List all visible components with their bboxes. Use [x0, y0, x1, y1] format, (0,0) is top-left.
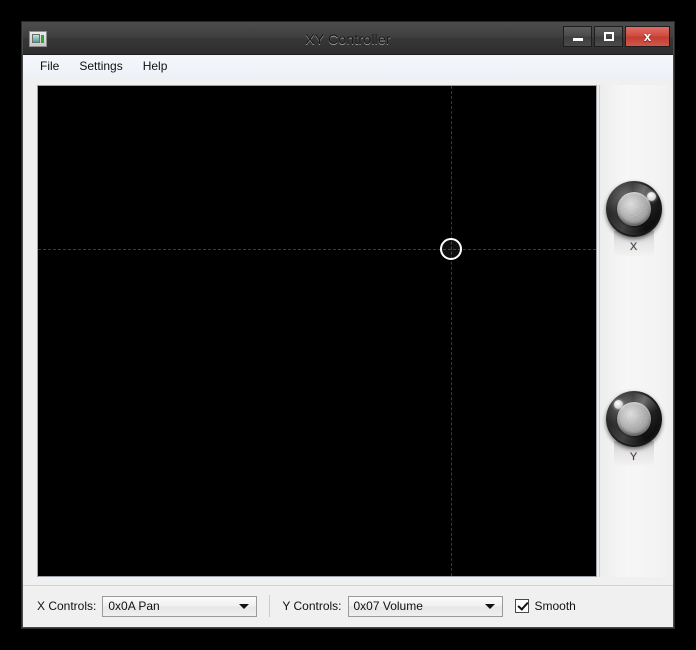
x-controls-label: X Controls:: [37, 599, 97, 613]
close-button[interactable]: x: [625, 26, 670, 47]
knob-panel: X Y: [599, 85, 667, 577]
app-icon: [29, 30, 47, 47]
close-icon: x: [643, 29, 652, 44]
knob-unit-x: X: [603, 181, 665, 256]
menu-bar: File Settings Help: [23, 55, 673, 78]
maximize-icon: [603, 32, 614, 41]
knob-y[interactable]: [605, 391, 662, 447]
crosshair-horizontal-line: [38, 249, 596, 250]
bottom-control-bar: X Controls: 0x0A Pan Y Controls: 0x07 Vo…: [23, 585, 673, 626]
client-area: X Y X Controls: 0x0A Pan Y Controls: 0x0…: [23, 77, 673, 627]
smooth-checkbox-group[interactable]: Smooth: [514, 599, 576, 613]
menu-item-file[interactable]: File: [31, 57, 68, 75]
menu-item-settings[interactable]: Settings: [70, 57, 131, 75]
x-controls-select[interactable]: 0x0A Pan: [102, 595, 258, 617]
knob-unit-y: Y: [603, 391, 665, 466]
y-controls-value: 0x07 Volume: [353, 599, 423, 613]
xy-pad-container: [37, 85, 597, 577]
smooth-checkbox[interactable]: [514, 599, 529, 613]
xy-pad[interactable]: [38, 86, 596, 576]
knob-x[interactable]: [605, 181, 662, 237]
title-bar[interactable]: XY Controller x: [23, 23, 673, 55]
application-window: XY Controller x File Settings Help X Y X…: [22, 22, 674, 628]
menu-item-help[interactable]: Help: [134, 57, 177, 75]
knob-y-label: Y: [629, 451, 638, 463]
knob-y-pointer-icon: [613, 400, 623, 409]
y-controls-label: Y Controls:: [282, 599, 342, 613]
chevron-down-icon: [239, 604, 250, 609]
smooth-label: Smooth: [534, 599, 576, 613]
y-controls-select[interactable]: 0x07 Volume: [347, 595, 503, 617]
window-controls: x: [563, 26, 670, 47]
control-divider: [269, 595, 271, 617]
maximize-button[interactable]: [594, 26, 623, 47]
minimize-icon: [572, 38, 583, 41]
minimize-button[interactable]: [563, 26, 592, 47]
crosshair-vertical-line: [451, 86, 452, 576]
x-controls-value: 0x0A Pan: [108, 599, 160, 613]
chevron-down-icon: [484, 604, 495, 609]
knob-x-cap: [616, 192, 651, 226]
knob-x-label: X: [629, 241, 638, 253]
knob-x-pointer-icon: [646, 192, 656, 201]
xy-cursor-handle[interactable]: [440, 238, 462, 260]
